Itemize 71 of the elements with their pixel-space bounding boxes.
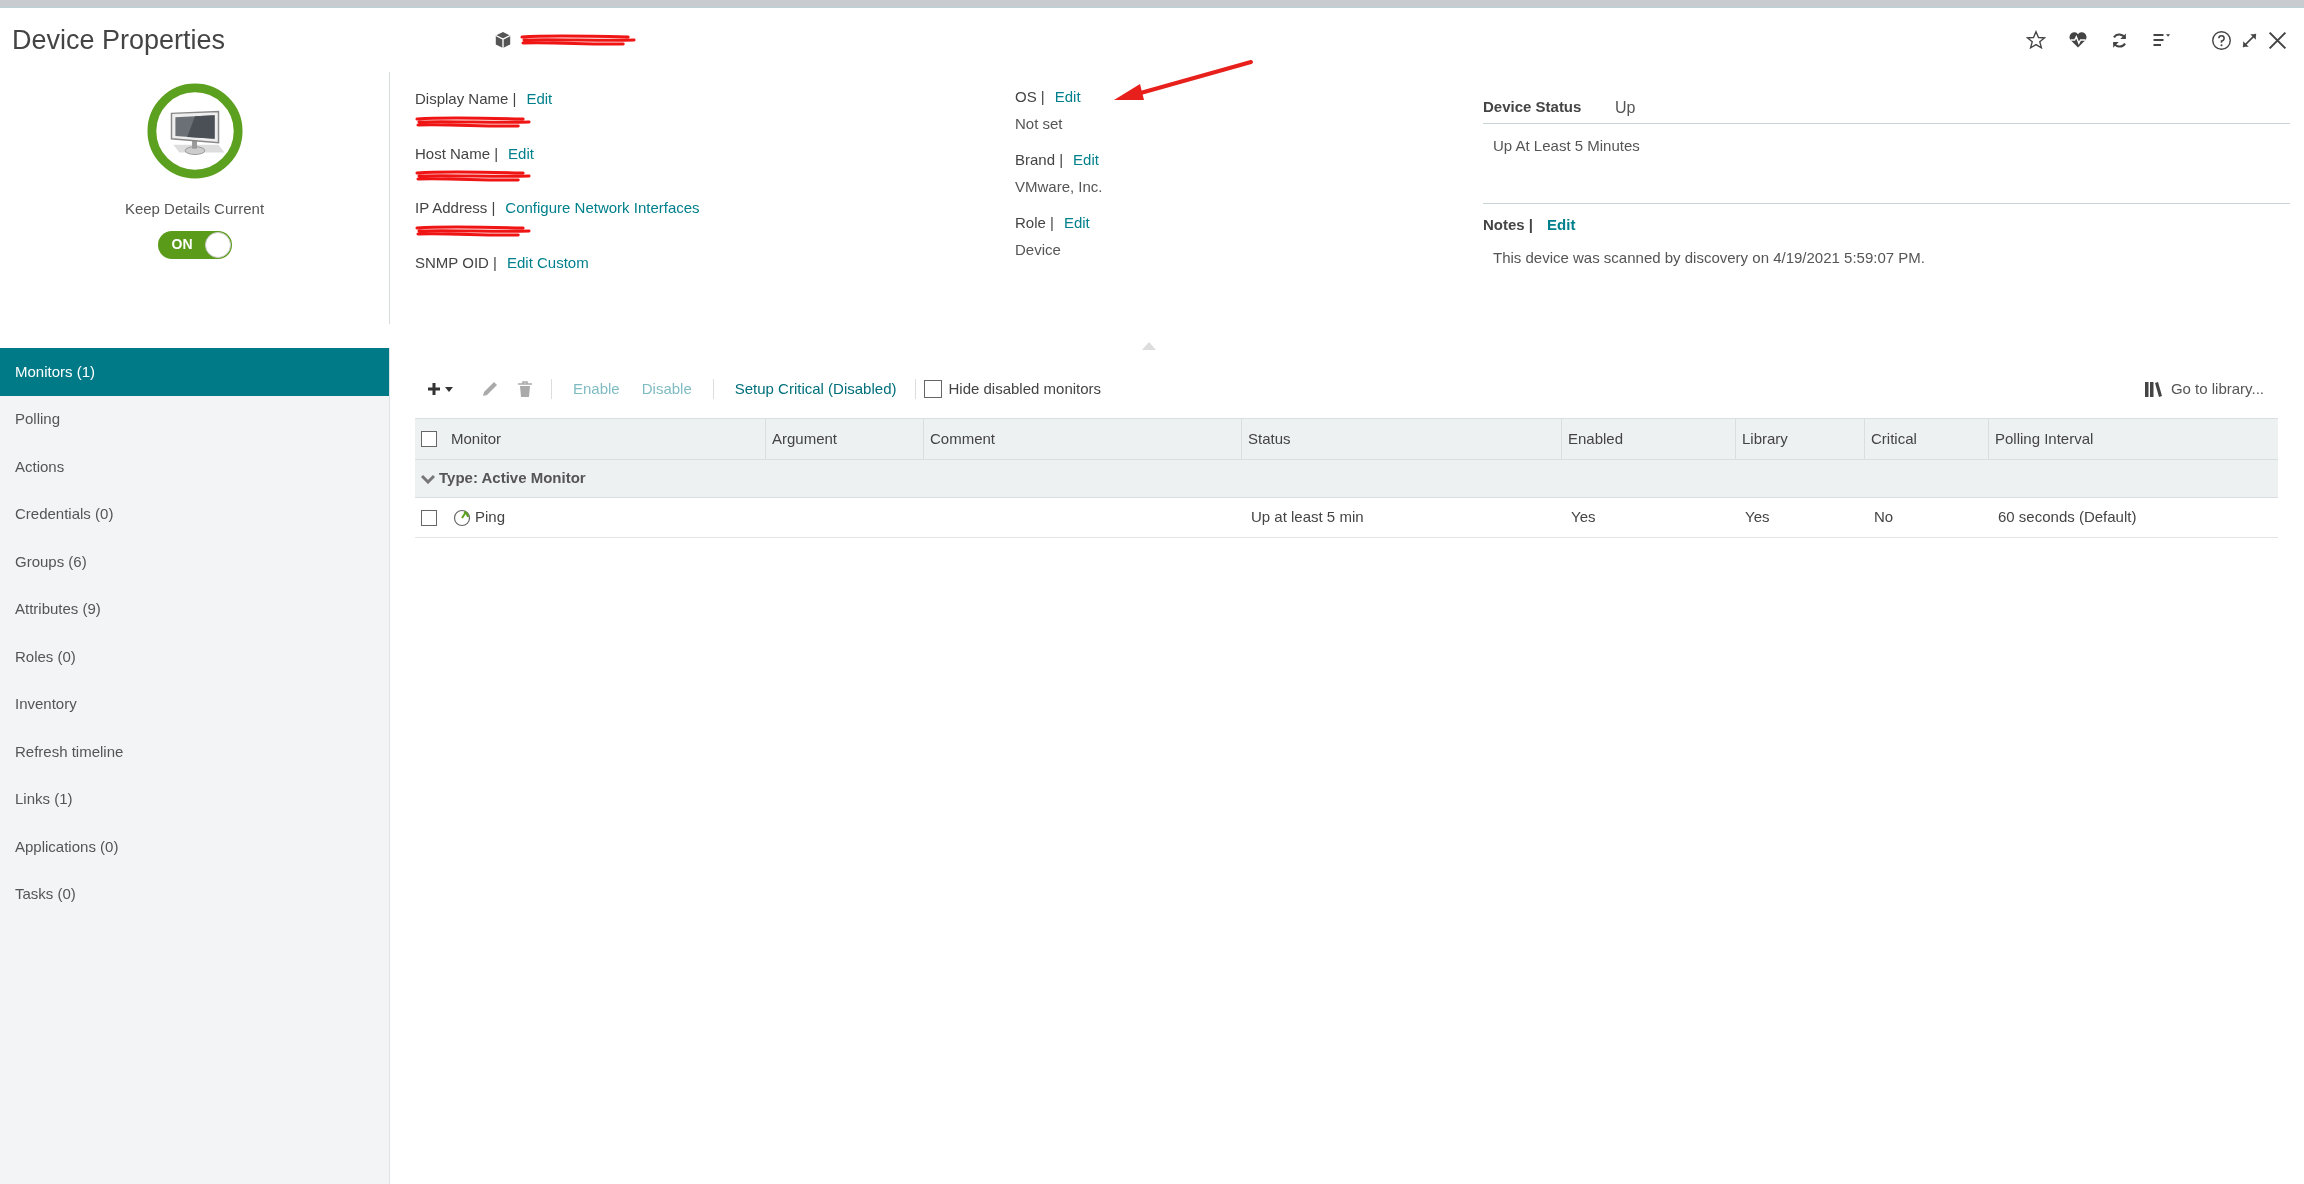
- window-title: Device Properties: [12, 23, 226, 57]
- field-value: Not set: [1015, 113, 1064, 134]
- monitor-status-icon: [145, 82, 244, 180]
- table-cell-text: Yes: [1745, 507, 1770, 528]
- field-link[interactable]: Edit: [1063, 212, 1090, 235]
- field-value: VMware, Inc.: [1015, 176, 1104, 197]
- sidebar-item[interactable]: Refresh timeline: [0, 728, 389, 776]
- column-header: Polling Interval: [1995, 428, 2094, 449]
- field-link[interactable]: Edit: [1054, 86, 1081, 109]
- device-status-label: Device Status: [1483, 97, 1583, 118]
- field-label: Role |: [1015, 213, 1054, 233]
- table-cell-text: No: [1874, 507, 1894, 528]
- field-label: IP Address |: [415, 198, 496, 218]
- toolbar-button[interactable]: Setup Critical (Disabled): [723, 377, 908, 401]
- column-header: Status: [1248, 428, 1291, 449]
- field-label: OS |: [1015, 87, 1045, 107]
- keep-details-toggle[interactable]: ON: [157, 230, 232, 259]
- table-cell-text: Yes: [1571, 507, 1596, 528]
- sidebar-item[interactable]: Applications (0): [0, 823, 389, 871]
- close-icon[interactable]: [2267, 29, 2288, 51]
- table-cell-text: Up at least 5 min: [1251, 507, 1364, 528]
- device-status-value: Up: [1615, 97, 1636, 118]
- chevron-icon[interactable]: [421, 473, 435, 484]
- books-icon: [2144, 381, 2162, 397]
- field-value: Device: [1015, 239, 1062, 260]
- field-label: SNMP OID |: [415, 252, 497, 273]
- refresh-icon[interactable]: [2110, 30, 2129, 50]
- sidebar-item[interactable]: Inventory: [0, 680, 389, 728]
- checkbox[interactable]: [421, 509, 437, 526]
- device-status-detail: Up At Least 5 Minutes: [1493, 137, 1640, 154]
- sidebar-item[interactable]: Links (1): [0, 775, 389, 823]
- field-label: Brand |: [1015, 150, 1064, 170]
- column-header: Argument: [772, 428, 838, 449]
- plus-icon: [427, 382, 441, 396]
- help-icon[interactable]: [2211, 29, 2232, 51]
- table-cell-text: Ping: [475, 507, 506, 528]
- group-label: Type: Active Monitor: [439, 468, 586, 489]
- sidebar-item[interactable]: Monitors (1): [0, 348, 389, 396]
- checkbox-label: Hide disabled monitors: [948, 378, 1102, 399]
- gauge-icon: [453, 508, 471, 527]
- sidebar-item[interactable]: Credentials (0): [0, 490, 389, 538]
- notes-edit-link[interactable]: Edit: [1547, 214, 1576, 237]
- notes-text: This device was scanned by discovery on 4/19/2021 5:59:07 PM.: [1492, 247, 1926, 268]
- checkbox[interactable]: [421, 431, 437, 447]
- heartbeat-icon[interactable]: [2068, 30, 2088, 50]
- sidebar-item[interactable]: Attributes (9): [0, 585, 389, 633]
- caret-icon: [445, 386, 453, 392]
- column-header: Comment: [930, 428, 996, 449]
- sidebar-item[interactable]: Groups (6): [0, 538, 389, 586]
- field-link[interactable]: Edit: [508, 142, 534, 165]
- keep-details-label: Keep Details Current: [124, 199, 265, 219]
- library-link[interactable]: Go to library...: [2170, 377, 2264, 401]
- cube-icon: [494, 31, 513, 49]
- field-link[interactable]: Edit Custom: [506, 251, 589, 274]
- column-header: Enabled: [1568, 428, 1624, 449]
- field-link[interactable]: Edit: [526, 88, 553, 111]
- star-icon[interactable]: [2026, 30, 2046, 50]
- sidebar-item[interactable]: Roles (0): [0, 633, 389, 681]
- checkbox[interactable]: [924, 380, 943, 398]
- sidebar-item[interactable]: Polling: [0, 395, 389, 443]
- field-label: Host Name |: [415, 143, 499, 164]
- column-header: Library: [1742, 428, 1788, 449]
- field-link[interactable]: Edit: [1073, 149, 1099, 172]
- notes-label: Notes |: [1483, 215, 1534, 235]
- column-header: Critical: [1871, 428, 1917, 449]
- column-header: Monitor: [451, 428, 502, 449]
- field-link[interactable]: Configure Network Interfaces: [505, 197, 700, 220]
- table-cell-text: 60 seconds (Default): [1998, 507, 2137, 528]
- field-label: Display Name |: [415, 89, 517, 109]
- sidebar-item[interactable]: Tasks (0): [0, 870, 389, 918]
- sidebar-item[interactable]: Actions: [0, 443, 389, 491]
